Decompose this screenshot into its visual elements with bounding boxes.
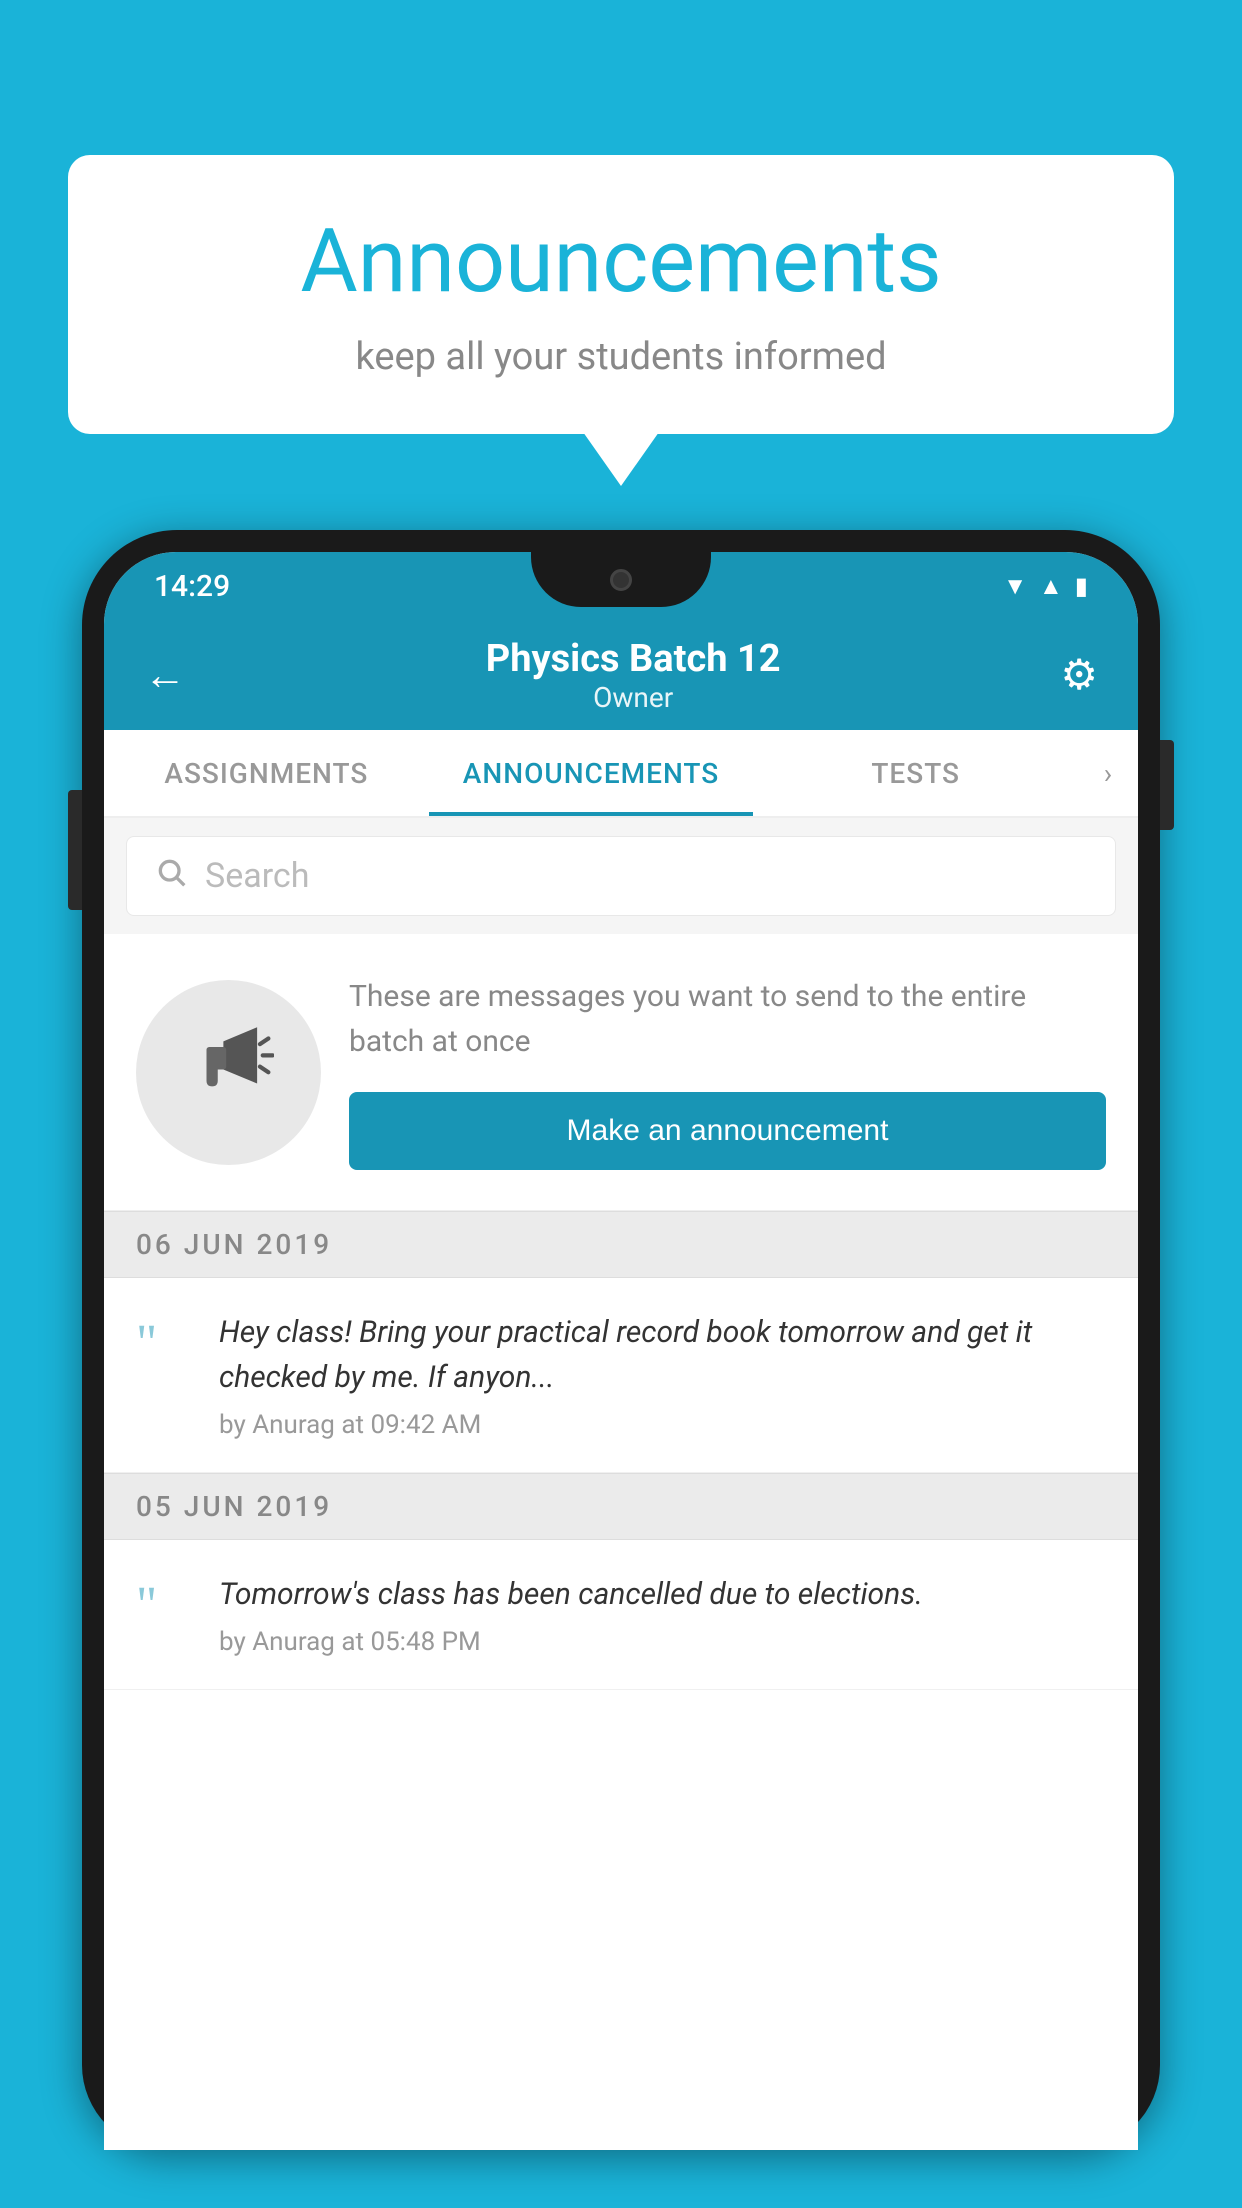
announcement-meta-2: by Anurag at 05:48 PM	[219, 1627, 1106, 1657]
promo-right: These are messages you want to send to t…	[349, 974, 1106, 1170]
signal-icon: ▲	[1039, 572, 1063, 601]
date-separator-2: 05 JUN 2019	[104, 1473, 1138, 1540]
announcement-content-2: Tomorrow's class has been cancelled due …	[219, 1572, 1106, 1657]
announcement-item-2[interactable]: " Tomorrow's class has been cancelled du…	[104, 1540, 1138, 1690]
search-bar[interactable]: Search	[126, 836, 1116, 916]
tabs-bar: ASSIGNMENTS ANNOUNCEMENTS TESTS ›	[104, 730, 1138, 818]
tab-tests[interactable]: TESTS	[753, 730, 1078, 816]
megaphone-circle	[136, 980, 321, 1165]
quote-icon-2: "	[136, 1580, 191, 1632]
announcement-meta-1: by Anurag at 09:42 AM	[219, 1410, 1106, 1440]
tab-announcements[interactable]: ANNOUNCEMENTS	[429, 730, 754, 816]
announcement-text-2: Tomorrow's class has been cancelled due …	[219, 1572, 1106, 1617]
app-bar-subtitle: Owner	[206, 681, 1060, 714]
megaphone-icon	[184, 1016, 274, 1128]
search-placeholder: Search	[205, 856, 309, 896]
app-bar: ← Physics Batch 12 Owner ⚙	[104, 620, 1138, 730]
speech-bubble-subtitle: keep all your students informed	[128, 335, 1114, 379]
wifi-icon: ▼	[1003, 572, 1027, 601]
app-bar-title: Physics Batch 12	[206, 637, 1060, 681]
quote-icon-1: "	[136, 1318, 191, 1370]
search-bar-container: Search	[104, 818, 1138, 934]
make-announcement-button[interactable]: Make an announcement	[349, 1092, 1106, 1170]
announcement-text-1: Hey class! Bring your practical record b…	[219, 1310, 1106, 1400]
announcement-promo: These are messages you want to send to t…	[104, 934, 1138, 1211]
speech-bubble-container: Announcements keep all your students inf…	[68, 155, 1174, 434]
announcement-item-1[interactable]: " Hey class! Bring your practical record…	[104, 1278, 1138, 1473]
tab-assignments[interactable]: ASSIGNMENTS	[104, 730, 429, 816]
phone-screen: 14:29 ▼ ▲ ▮ ← Physics Batch 12 Owner ⚙	[104, 552, 1138, 2150]
promo-description: These are messages you want to send to t…	[349, 974, 1106, 1064]
camera	[610, 569, 632, 591]
app-bar-title-section: Physics Batch 12 Owner	[206, 637, 1060, 714]
status-time: 14:29	[154, 569, 230, 604]
date-separator-1: 06 JUN 2019	[104, 1211, 1138, 1278]
status-bar: 14:29 ▼ ▲ ▮	[104, 552, 1138, 620]
speech-bubble-title: Announcements	[128, 210, 1114, 313]
phone-wrapper: 14:29 ▼ ▲ ▮ ← Physics Batch 12 Owner ⚙	[82, 530, 1160, 2208]
tab-more[interactable]: ›	[1078, 730, 1138, 816]
battery-icon: ▮	[1075, 572, 1088, 600]
announcement-content-1: Hey class! Bring your practical record b…	[219, 1310, 1106, 1440]
settings-icon[interactable]: ⚙	[1060, 650, 1098, 700]
speech-bubble: Announcements keep all your students inf…	[68, 155, 1174, 434]
status-icons: ▼ ▲ ▮	[1003, 572, 1088, 601]
back-button[interactable]: ←	[144, 651, 186, 700]
search-icon	[155, 855, 187, 897]
phone-outer: 14:29 ▼ ▲ ▮ ← Physics Batch 12 Owner ⚙	[82, 530, 1160, 2150]
notch	[531, 552, 711, 607]
